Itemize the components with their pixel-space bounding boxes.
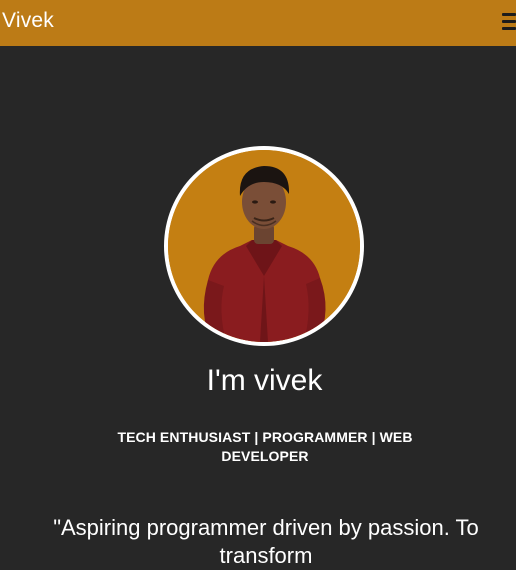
avatar-frame [164,146,364,346]
hamburger-menu-icon[interactable] [502,13,516,32]
hamburger-line [502,13,516,16]
hamburger-line [502,20,516,23]
hero-roles-subtitle: TECH ENTHUSIAST | PROGRAMMER | WEB DEVEL… [117,429,413,464]
hero-greeting-heading: I'm vivek [206,364,323,397]
brand-logo-link[interactable]: Vivek [2,9,54,33]
profile-photo-illustration [168,150,360,342]
top-navbar: Vivek [0,0,516,46]
hamburger-line [502,27,516,30]
hero-quote-text: "Aspiring programmer driven by passion. … [53,515,479,568]
profile-avatar [168,150,360,342]
